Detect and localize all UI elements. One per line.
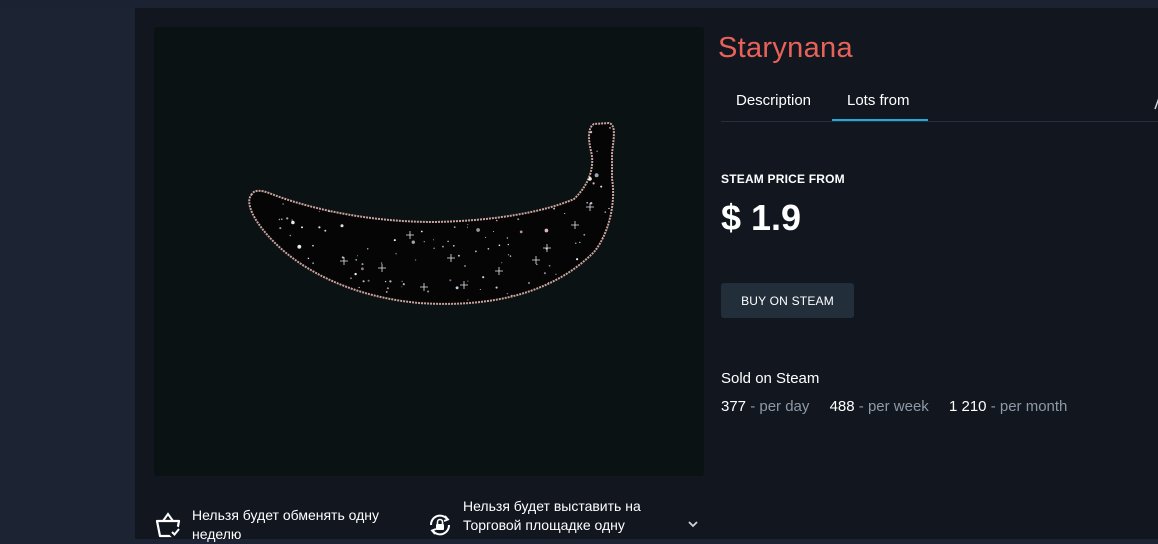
chevron-down-icon[interactable] (687, 516, 699, 534)
item-title: Starynana (718, 32, 853, 64)
stat-unit: - per week (858, 398, 929, 415)
market-restriction-notice: Нельзя будет выставить на Торговой площа… (463, 498, 641, 533)
starry-banana-illustration (248, 121, 615, 305)
stat-value: 488 (829, 398, 855, 415)
stat-unit: - per month (990, 398, 1068, 415)
price-label: STEAM PRICE FROM (721, 172, 845, 186)
sales-stats: 377 - per day 488 - per week 1 210 - per… (721, 398, 1083, 415)
stat-per-week: 488 - per week (830, 398, 929, 415)
stat-per-month: 1 210 - per month (949, 398, 1067, 415)
stat-value: 1 210 (948, 398, 987, 415)
lock-cycle-icon (427, 512, 453, 543)
tab-description[interactable]: Description (736, 92, 811, 109)
trade-restriction-notice: Нельзя будет обменять одну неделю (192, 507, 380, 542)
sold-on-steam-title: Sold on Steam (721, 370, 820, 387)
buy-on-steam-button[interactable]: BUY ON STEAM (721, 283, 854, 318)
tab-bar: Description Lots from (721, 82, 1158, 122)
stat-unit: - per day (750, 398, 810, 415)
stat-per-day: 377 - per day (721, 398, 809, 415)
pencil-icon (1154, 96, 1158, 110)
item-image (154, 27, 704, 476)
price-value: $ 1.9 (721, 197, 802, 238)
top-strip (0, 0, 1158, 8)
tab-lots-from[interactable]: Lots from (847, 92, 910, 109)
stat-value: 377 (721, 398, 747, 415)
active-tab-indicator (832, 119, 928, 121)
basket-check-icon (155, 512, 183, 543)
